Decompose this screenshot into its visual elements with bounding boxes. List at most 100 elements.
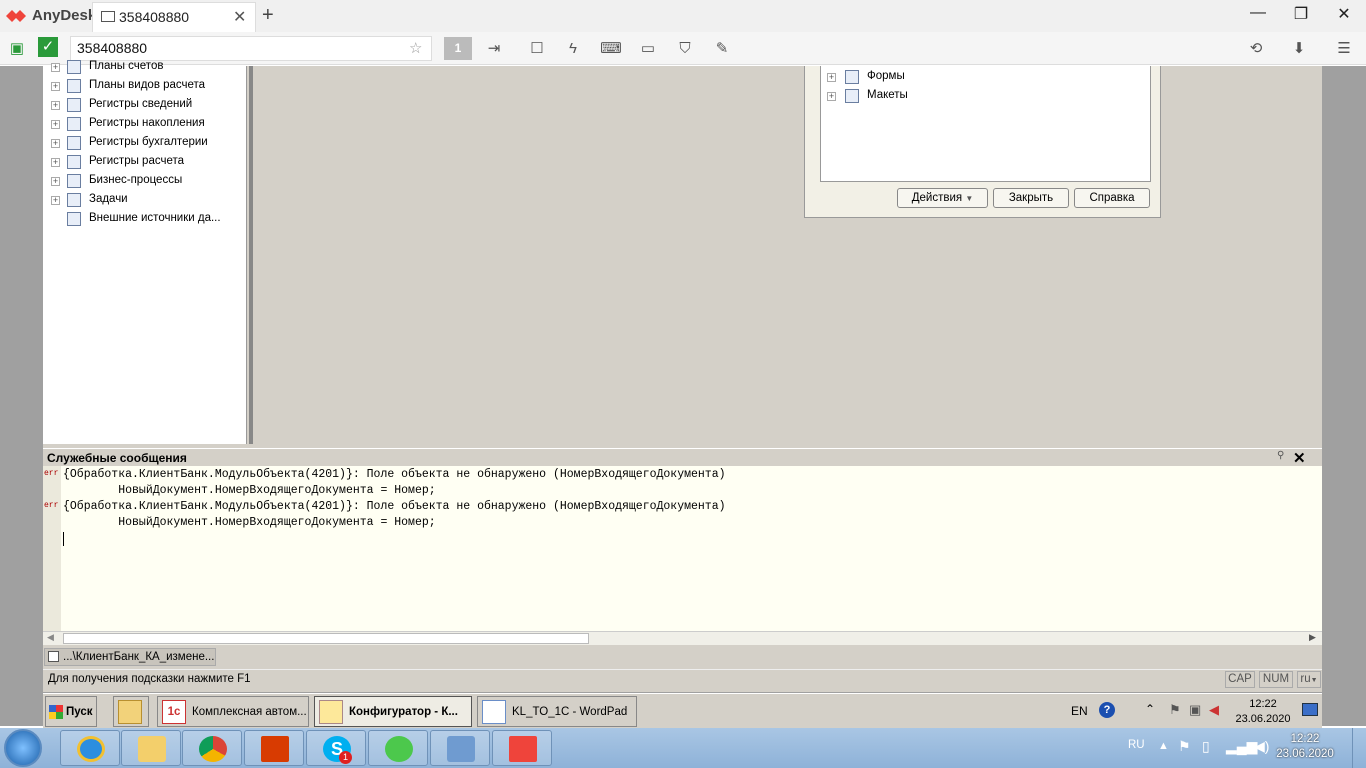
message-line[interactable]: {Обработка.КлиентБанк.МодульОбъекта(4201…	[63, 468, 726, 481]
expand-icon[interactable]: +	[51, 63, 60, 72]
tree-item[interactable]: + Регистры расчета	[43, 153, 247, 172]
horizontal-scrollbar[interactable]: ◀ ▶	[43, 631, 1322, 645]
lang-indicator[interactable]: ru▼	[1297, 671, 1321, 688]
tree-node-icon	[67, 212, 81, 226]
start-orb-icon[interactable]	[4, 729, 42, 767]
windows-logo-icon	[49, 705, 63, 719]
explorer-quicklaunch[interactable]	[113, 696, 149, 727]
close-icon[interactable]: ✕	[1324, 4, 1364, 24]
clock-date[interactable]: 23.06.2020	[1233, 713, 1293, 725]
window-tab[interactable]: ...\КлиентБанк_КА_измене...	[44, 648, 216, 666]
expand-icon[interactable]: +	[51, 101, 60, 110]
configurator-icon	[319, 700, 343, 724]
lightning-icon[interactable]: ϟ	[562, 38, 584, 60]
page-indicator[interactable]: 1	[444, 37, 472, 60]
taskbar-button-configurator[interactable]: Конфигуратор - К...	[314, 696, 472, 727]
plus-icon[interactable]: +	[262, 4, 274, 27]
ie-icon[interactable]	[60, 730, 120, 766]
message-line[interactable]: НовыйДокумент.НомерВходящегоДокумента = …	[63, 484, 435, 497]
flag-icon[interactable]: ⚑	[1178, 738, 1191, 755]
shield-icon[interactable]: ⛉	[674, 38, 696, 60]
help-button[interactable]: Справка	[1074, 188, 1150, 208]
pin-icon[interactable]: ⚲	[1277, 450, 1284, 461]
tree-item[interactable]: + Регистры бухгалтерии	[43, 134, 247, 153]
tree-item[interactable]: + Бизнес-процессы	[43, 172, 247, 191]
help-icon[interactable]: ?	[1099, 702, 1115, 718]
text-cursor	[63, 532, 64, 546]
star-icon[interactable]: ☆	[409, 39, 422, 57]
chevron-up-icon[interactable]: ⌃	[1145, 702, 1155, 716]
volume-icon[interactable]: ◀)	[1254, 738, 1269, 755]
transfer-icon[interactable]: ⇥	[483, 38, 505, 60]
chat-icon[interactable]: ☐	[526, 38, 548, 60]
keyboard-icon[interactable]: ⌨	[600, 38, 622, 60]
tree-item[interactable]: + Регистры накопления	[43, 115, 247, 134]
tree-item[interactable]: + Планы видов расчета	[43, 77, 247, 96]
scroll-thumb[interactable]	[63, 633, 589, 644]
tree-item[interactable]: + Задачи	[43, 191, 247, 210]
start-button[interactable]: Пуск	[45, 696, 97, 727]
taskbar-button-complex[interactable]: 1с Комплексная автом...	[157, 696, 309, 727]
scroll-left-icon[interactable]: ◀	[47, 632, 54, 643]
anydesk-logo-icon	[6, 10, 26, 22]
message-line[interactable]: {Обработка.КлиентБанк.МодульОбъекта(4201…	[63, 500, 726, 513]
tree-node-icon	[67, 79, 81, 93]
show-desktop-button[interactable]	[1352, 728, 1366, 768]
tray-clock[interactable]: 12:22 23.06.2020	[1275, 732, 1335, 762]
tree-item[interactable]: + Регистры сведений	[43, 96, 247, 115]
scroll-right-icon[interactable]: ▶	[1309, 632, 1316, 643]
tree-item[interactable]: + Планы счетов	[43, 58, 247, 77]
network-icon[interactable]	[430, 730, 490, 766]
tree-node-icon	[67, 98, 81, 112]
volume-muted-icon[interactable]: ◀	[1209, 702, 1219, 718]
tree-item[interactable]: Внешние источники да...	[43, 210, 247, 229]
download-icon[interactable]: ⬇	[1288, 38, 1310, 60]
tree-item[interactable]: + Формы	[821, 68, 1121, 87]
status-green-icon: ▣	[9, 40, 25, 57]
signal-icon[interactable]: ▂▄▆	[1226, 738, 1257, 755]
template-icon	[845, 89, 859, 103]
minimize-icon[interactable]: —	[1238, 4, 1278, 22]
message-line[interactable]: НовыйДокумент.НомерВходящегоДокумента = …	[63, 516, 435, 529]
whatsapp-icon[interactable]	[368, 730, 428, 766]
expand-icon[interactable]: +	[51, 196, 60, 205]
show-desktop-icon[interactable]	[1302, 703, 1318, 716]
maximize-icon[interactable]: ❐	[1281, 4, 1321, 24]
flag-icon[interactable]: ⚑	[1169, 702, 1181, 718]
tree-item[interactable]: + Макеты	[821, 87, 1121, 106]
expand-icon[interactable]: +	[827, 92, 836, 101]
office-icon[interactable]	[244, 730, 304, 766]
chevron-up-icon[interactable]: ▲	[1158, 740, 1169, 752]
battery-icon[interactable]: ▯	[1202, 738, 1210, 755]
display-icon[interactable]: ▭	[637, 38, 659, 60]
chrome-icon[interactable]	[182, 730, 242, 766]
actions-button[interactable]: Действия ▼	[897, 188, 988, 208]
clock-date: 23.06.2020	[1276, 748, 1334, 760]
window-tab-label: ...\КлиентБанк_КА_измене...	[63, 651, 215, 663]
tree-node-icon	[67, 155, 81, 169]
module-icon	[48, 651, 59, 662]
network-icon[interactable]: ▣	[1189, 702, 1201, 718]
messages-header: Служебные сообщения ⚲ ✕	[43, 448, 1322, 467]
menu-icon[interactable]: ☰	[1333, 38, 1355, 60]
clock-time[interactable]: 12:22	[1233, 698, 1293, 710]
taskbar-button-wordpad[interactable]: KL_TO_1C - WordPad	[477, 696, 637, 727]
history-icon[interactable]: ⟲	[1245, 38, 1267, 60]
expand-icon[interactable]: +	[51, 82, 60, 91]
session-tab[interactable]: 358408880 ✕	[92, 2, 256, 32]
close-button[interactable]: Закрыть	[993, 188, 1069, 208]
object-dialog: + Формы + Макеты Действия ▼ Закрыть Справк…	[804, 66, 1161, 218]
anydesk-icon[interactable]	[492, 730, 552, 766]
pen-icon[interactable]: ✎	[711, 38, 733, 60]
tray-lang[interactable]: RU	[1128, 739, 1145, 751]
expand-icon[interactable]: +	[51, 120, 60, 129]
close-icon[interactable]: ✕	[1293, 449, 1306, 467]
skype-icon[interactable]: S1	[306, 730, 366, 766]
lang-indicator[interactable]: EN	[1071, 704, 1088, 718]
expand-icon[interactable]: +	[51, 177, 60, 186]
expand-icon[interactable]: +	[51, 158, 60, 167]
close-tab-icon[interactable]: ✕	[233, 7, 246, 27]
expand-icon[interactable]: +	[827, 73, 836, 82]
explorer-icon[interactable]	[121, 730, 181, 766]
expand-icon[interactable]: +	[51, 139, 60, 148]
